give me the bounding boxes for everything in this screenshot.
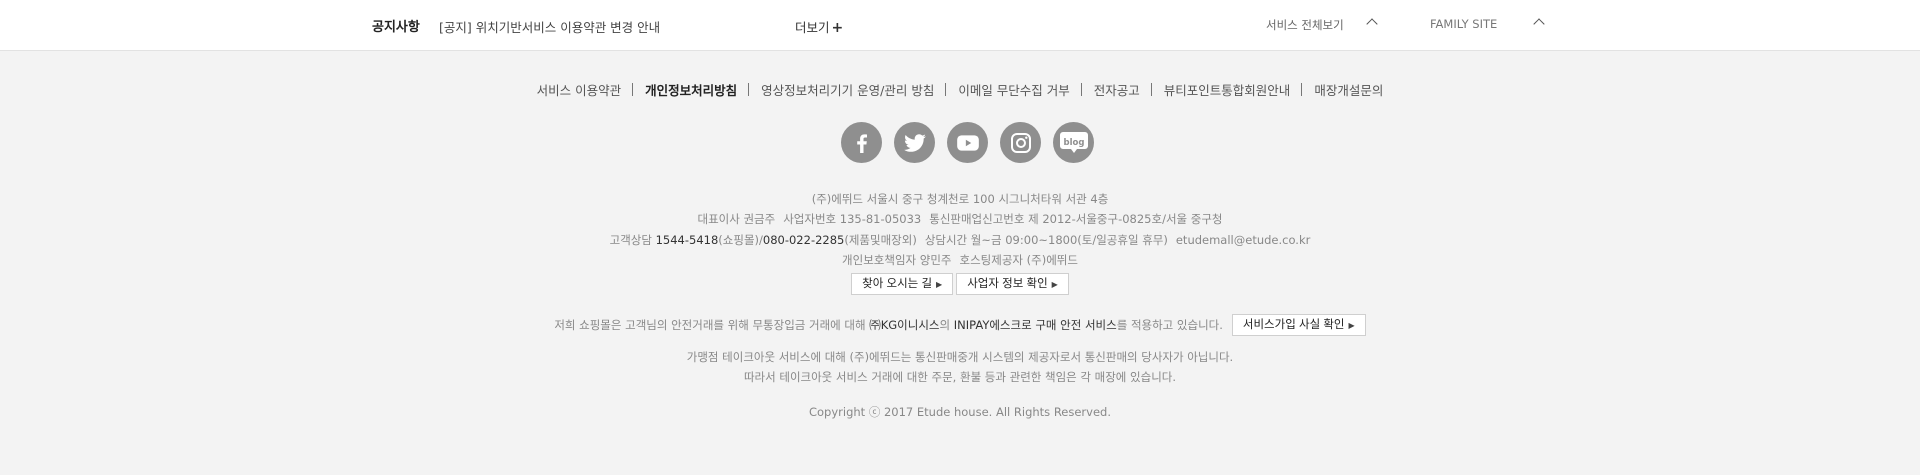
privacy-officer: 개인보호책임자 양민주 xyxy=(842,252,952,267)
footer-link-privacy[interactable]: 개인정보처리방침 xyxy=(632,80,749,99)
notice-link[interactable]: [공지] 위치기반서비스 이용약관 변경 안내 xyxy=(439,17,660,36)
disclaimer: 가맹점 테이크아웃 서비스에 대해 (주)에뛰드는 통신판매중개 시스템의 제공… xyxy=(0,347,1920,387)
escrow-verify-label: 서비스가입 사실 확인 xyxy=(1242,319,1345,331)
cs-label: 고객상담 xyxy=(609,232,652,247)
sns-links: blog xyxy=(841,122,1094,163)
plus-icon: + xyxy=(831,20,844,36)
notice-title: 공지사항 xyxy=(372,20,420,35)
cs-phone-product: 080-022-2285 xyxy=(762,232,845,247)
customer-service: 고객상담 1544-5418(쇼핑몰)/080-022-2285(제품및매장외)… xyxy=(0,230,1920,250)
instagram-icon[interactable] xyxy=(1000,122,1041,163)
footer-link-email-refusal[interactable]: 이메일 무단수집 거부 xyxy=(945,80,1081,99)
footer-link-terms[interactable]: 서비스 이용약관 xyxy=(525,80,633,99)
biz-number-text: 사업자번호 135-81-05033 xyxy=(783,212,922,227)
ceo-text: 대표이사 권금주 xyxy=(697,212,776,227)
company-buttons: 찾아 오시는 길 ▶ 사업자 정보 확인 ▶ xyxy=(0,273,1920,295)
escrow-mid: 의 xyxy=(939,318,951,332)
escrow-suffix: 를 적용하고 있습니다. xyxy=(1116,318,1223,332)
blog-icon[interactable]: blog xyxy=(1053,122,1094,163)
company-info: (주)에뛰드 서울시 중구 청계천로 100 시그니처타워 서관 4층 대표이사… xyxy=(0,189,1920,270)
cs-phone-mall: 1544-5418 xyxy=(655,232,719,247)
disclaimer-line-2: 따라서 테이크아웃 서비스 거래에 대한 주문, 환불 등과 관련한 책임은 각… xyxy=(743,370,1177,384)
twitter-icon[interactable] xyxy=(894,122,935,163)
arrow-right-icon: ▶ xyxy=(936,280,943,289)
hosting-provider: 호스팅제공자 (주)에뛰드 xyxy=(959,252,1078,267)
disclaimer-line-1: 가맹점 테이크아웃 서비스에 대해 (주)에뛰드는 통신판매중개 시스템의 제공… xyxy=(686,350,1234,364)
directions-button[interactable]: 찾아 오시는 길 ▶ xyxy=(851,273,954,295)
escrow-notice: 저희 쇼핑몰은 고객님의 안전거래를 위해 무통장입금 거래에 대해 ㈜KG이니… xyxy=(0,314,1920,336)
more-label: 더보기 xyxy=(795,20,830,35)
cs-email: etudemall@etude.co.kr xyxy=(1175,232,1311,247)
arrow-right-icon: ▶ xyxy=(1051,280,1058,289)
biz-info-label: 사업자 정보 확인 xyxy=(967,278,1048,290)
mail-order-text: 통신판매업신고번호 제 2012-서울중구-0825호/서울 중구청 xyxy=(929,212,1223,227)
cs-hours: 상담시간 월~금 09:00~1800(토/일공휴일 휴무) xyxy=(924,232,1168,247)
biz-info-button[interactable]: 사업자 정보 확인 ▶ xyxy=(956,273,1069,295)
privacy-hosting: 개인보호책임자 양민주 호스팅제공자 (주)에뛰드 xyxy=(0,250,1920,270)
escrow-verify-button[interactable]: 서비스가입 사실 확인 ▶ xyxy=(1231,314,1366,336)
directions-label: 찾아 오시는 길 xyxy=(862,278,933,290)
escrow-kg: ㈜KG이니시스 xyxy=(869,318,940,332)
escrow-prefix: 저희 쇼핑몰은 고객님의 안전거래를 위해 무통장입금 거래에 대해 xyxy=(554,318,866,332)
footer-link-store-opening[interactable]: 매장개설문의 xyxy=(1301,80,1395,99)
footer-link-beauty-point[interactable]: 뷰티포인트통합회원안내 xyxy=(1150,80,1303,99)
youtube-icon[interactable] xyxy=(947,122,988,163)
company-registration: 대표이사 권금주 사업자번호 135-81-05033 통신판매업신고번호 제 20… xyxy=(0,209,1920,229)
facebook-icon[interactable] xyxy=(841,122,882,163)
cs-phone-product-desc: (제품및매장외) xyxy=(844,232,917,247)
cs-phone-mall-desc: (쇼핑몰)/ xyxy=(718,232,763,247)
chevron-up-icon[interactable] xyxy=(1366,18,1378,30)
company-address: (주)에뛰드 서울시 중구 청계천로 100 시그니처타워 서관 4층 xyxy=(811,192,1109,206)
more-button[interactable]: 더보기 + xyxy=(795,17,843,36)
arrow-right-icon: ▶ xyxy=(1348,321,1355,330)
footer-links: 서비스 이용약관 개인정보처리방침 영상정보처리기기 운영/관리 방침 이메일 무단수… xyxy=(0,80,1920,99)
footer-link-cctv[interactable]: 영상정보처리기기 운영/관리 방침 xyxy=(748,80,946,99)
blog-label: blog xyxy=(1063,138,1084,148)
footer-link-public-notice[interactable]: 전자공고 xyxy=(1080,80,1152,99)
escrow-inipay: INIPAY에스크로 구매 안전 서비스 xyxy=(953,318,1117,332)
service-all-toggle[interactable]: 서비스 전체보기 xyxy=(1266,17,1344,33)
notice-bar: 공지사항 [공지] 위치기반서비스 이용약관 변경 안내 더보기 + 서비스 전체… xyxy=(0,0,1920,51)
family-site-toggle[interactable]: FAMILY SITE xyxy=(1430,17,1497,31)
copyright: Copyright ⓒ 2017 Etude house. All Rights… xyxy=(808,405,1112,419)
chevron-up-icon[interactable] xyxy=(1533,18,1545,30)
